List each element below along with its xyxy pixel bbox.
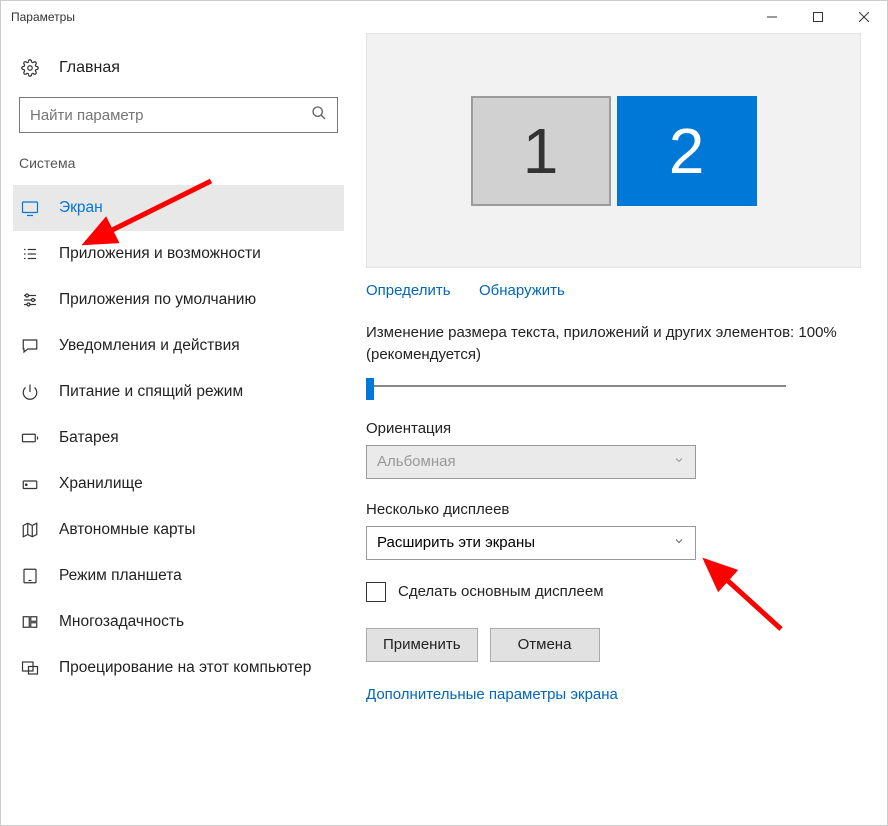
sidebar-item-maps[interactable]: Автономные карты <box>13 507 344 553</box>
sidebar-item-label: Проецирование на этот компьютер <box>59 659 311 677</box>
advanced-display-link[interactable]: Дополнительные параметры экрана <box>366 686 618 703</box>
titlebar: Параметры <box>1 1 887 33</box>
cancel-button[interactable]: Отмена <box>490 628 600 662</box>
drive-icon <box>19 475 41 493</box>
scale-text: Изменение размера текста, приложений и д… <box>366 322 861 366</box>
sidebar-item-apps[interactable]: Приложения и возможности <box>13 231 344 277</box>
minimize-button[interactable] <box>749 1 795 33</box>
sidebar-item-default-apps[interactable]: Приложения по умолчанию <box>13 277 344 323</box>
close-button[interactable] <box>841 1 887 33</box>
sidebar-item-label: Приложения и возможности <box>59 245 261 263</box>
home-label: Главная <box>59 59 120 77</box>
group-label: Система <box>13 151 344 185</box>
sidebar: Главная Система Экран Приложения и возмо… <box>1 33 356 825</box>
sidebar-item-label: Батарея <box>59 429 119 447</box>
chat-icon <box>19 337 41 355</box>
sidebar-item-label: Питание и спящий режим <box>59 383 243 401</box>
sidebar-item-tablet[interactable]: Режим планшета <box>13 553 344 599</box>
main-panel: 1 2 Определить Обнаружить Изменение разм… <box>356 33 887 825</box>
sidebar-item-storage[interactable]: Хранилище <box>13 461 344 507</box>
multi-display-value: Расширить эти экраны <box>377 534 535 551</box>
chevron-down-icon <box>673 453 685 470</box>
sidebar-item-label: Режим планшета <box>59 567 182 585</box>
search-field[interactable] <box>30 107 311 124</box>
tablet-icon <box>19 567 41 585</box>
sidebar-item-power[interactable]: Питание и спящий режим <box>13 369 344 415</box>
map-icon <box>19 521 41 539</box>
monitor-icon <box>19 199 41 217</box>
project-icon <box>19 659 41 677</box>
main-display-checkbox-row[interactable]: Сделать основным дисплеем <box>366 582 861 602</box>
sidebar-item-label: Уведомления и действия <box>59 337 240 355</box>
identify-link[interactable]: Определить <box>366 282 451 299</box>
sidebar-item-multitask[interactable]: Многозадачность <box>13 599 344 645</box>
checkbox-label: Сделать основным дисплеем <box>398 583 604 600</box>
monitor-2[interactable]: 2 <box>617 96 757 206</box>
maximize-button[interactable] <box>795 1 841 33</box>
apply-button[interactable]: Применить <box>366 628 478 662</box>
orientation-value: Альбомная <box>377 453 456 470</box>
list-icon <box>19 245 41 263</box>
home-link[interactable]: Главная <box>13 51 344 85</box>
sliders-icon <box>19 291 41 309</box>
chevron-down-icon <box>673 534 685 551</box>
sidebar-item-label: Многозадачность <box>59 613 184 631</box>
search-icon <box>311 105 327 126</box>
battery-icon <box>19 429 41 447</box>
search-input[interactable] <box>19 97 338 133</box>
orientation-label: Ориентация <box>366 420 861 437</box>
detect-link[interactable]: Обнаружить <box>479 282 565 299</box>
sidebar-item-notifications[interactable]: Уведомления и действия <box>13 323 344 369</box>
sidebar-item-label: Экран <box>59 199 103 217</box>
checkbox[interactable] <box>366 582 386 602</box>
multitask-icon <box>19 613 41 631</box>
multi-display-dropdown[interactable]: Расширить эти экраны <box>366 526 696 560</box>
sidebar-item-projecting[interactable]: Проецирование на этот компьютер <box>13 645 344 691</box>
multi-display-label: Несколько дисплеев <box>366 501 861 518</box>
monitor-arrangement[interactable]: 1 2 <box>366 33 861 268</box>
sidebar-item-battery[interactable]: Батарея <box>13 415 344 461</box>
gear-icon <box>19 59 41 77</box>
orientation-dropdown: Альбомная <box>366 445 696 479</box>
monitor-1[interactable]: 1 <box>471 96 611 206</box>
slider-thumb[interactable] <box>366 378 374 400</box>
window-title: Параметры <box>11 10 749 24</box>
power-icon <box>19 383 41 401</box>
sidebar-item-label: Хранилище <box>59 475 143 493</box>
sidebar-item-label: Автономные карты <box>59 521 196 539</box>
sidebar-item-display[interactable]: Экран <box>13 185 344 231</box>
scale-slider[interactable] <box>366 374 786 398</box>
sidebar-item-label: Приложения по умолчанию <box>59 291 256 309</box>
